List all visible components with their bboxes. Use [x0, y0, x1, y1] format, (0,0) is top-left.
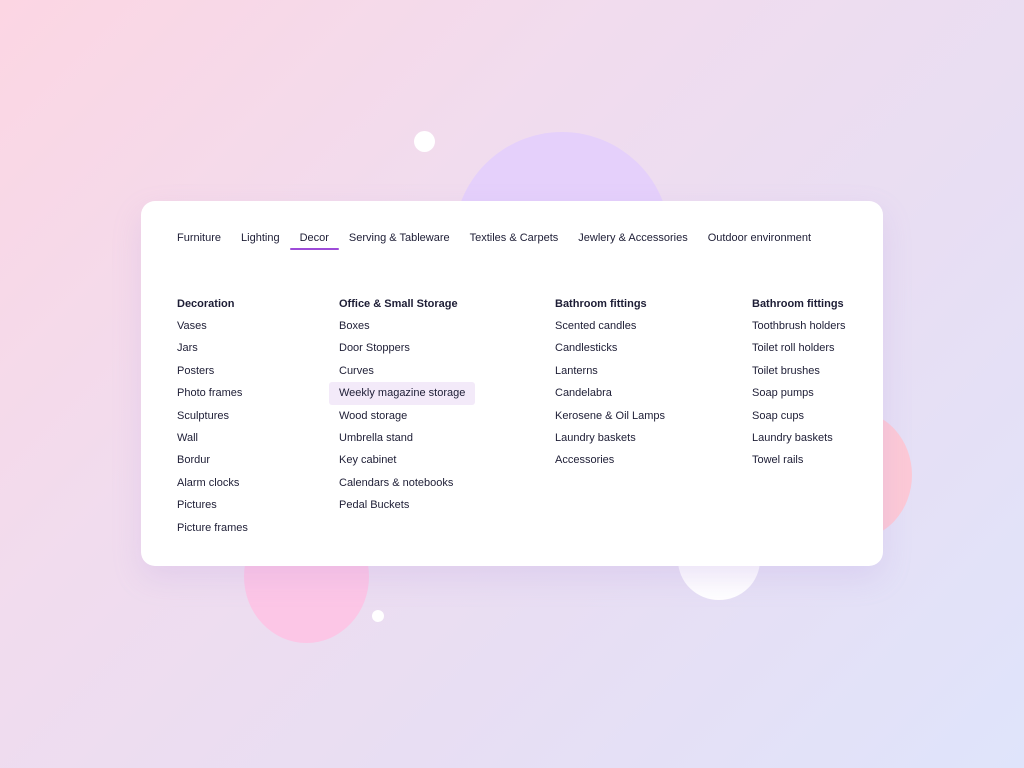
menu-link[interactable]: Posters [177, 364, 248, 386]
menu-link[interactable]: Toilet brushes [752, 364, 846, 386]
menu-link[interactable]: Pedal Buckets [339, 498, 465, 520]
tab-furniture[interactable]: Furniture [167, 231, 231, 251]
menu-link[interactable]: Jars [177, 341, 248, 363]
menu-link[interactable]: Umbrella stand [339, 431, 465, 453]
tab-textiles-carpets[interactable]: Textiles & Carpets [460, 231, 569, 251]
menu-link[interactable]: Pictures [177, 498, 248, 520]
menu-link[interactable]: Photo frames [177, 386, 248, 408]
column-list: Vases Jars Posters Photo frames Sculptur… [177, 319, 248, 543]
menu-link[interactable]: Picture frames [177, 521, 248, 543]
menu-link[interactable]: Lanterns [555, 364, 665, 386]
tab-serving-tableware[interactable]: Serving & Tableware [339, 231, 460, 251]
menu-link[interactable]: Bordur [177, 453, 248, 475]
menu-link[interactable]: Door Stoppers [339, 341, 465, 363]
menu-link[interactable]: Sculptures [177, 409, 248, 431]
tab-decor[interactable]: Decor [289, 231, 340, 251]
tab-outdoor-environment[interactable]: Outdoor environment [698, 231, 821, 251]
menu-link[interactable]: Soap pumps [752, 386, 846, 408]
tab-lighting[interactable]: Lighting [231, 231, 290, 251]
menu-link[interactable]: Toilet roll holders [752, 341, 846, 363]
menu-link[interactable]: Key cabinet [339, 453, 465, 475]
menu-link[interactable]: Laundry baskets [555, 431, 665, 453]
column-bathroom-fittings-2: Bathroom fittings Toothbrush holders Toi… [752, 297, 846, 476]
menu-link[interactable]: Accessories [555, 453, 665, 475]
menu-link[interactable]: Candelabra [555, 386, 665, 408]
menu-link[interactable]: Vases [177, 319, 248, 341]
menu-link[interactable]: Toothbrush holders [752, 319, 846, 341]
column-title: Bathroom fittings [752, 298, 844, 310]
column-list: Toothbrush holders Toilet roll holders T… [752, 319, 846, 476]
column-title: Bathroom fittings [555, 298, 647, 310]
column-bathroom-fittings-1: Bathroom fittings Scented candles Candle… [555, 297, 665, 476]
menu-link[interactable]: Candlesticks [555, 341, 665, 363]
menu-link[interactable]: Boxes [339, 319, 465, 341]
menu-link[interactable]: Wood storage [339, 409, 465, 431]
menu-link[interactable]: Scented candles [555, 319, 665, 341]
column-decoration: Decoration Vases Jars Posters Photo fram… [177, 297, 248, 543]
column-list: Scented candles Candlesticks Lanterns Ca… [555, 319, 665, 476]
menu-link[interactable]: Wall [177, 431, 248, 453]
decor-bubble-white-small [372, 610, 384, 622]
column-title: Decoration [177, 298, 235, 310]
mega-menu-card: Furniture Lighting Decor Serving & Table… [141, 201, 883, 566]
menu-link-hovered[interactable]: Weekly magazine storage [328, 382, 476, 408]
menu-link[interactable]: Alarm clocks [177, 476, 248, 498]
category-nav: Furniture Lighting Decor Serving & Table… [167, 231, 821, 251]
menu-link[interactable]: Towel rails [752, 453, 846, 475]
menu-link[interactable]: Laundry baskets [752, 431, 846, 453]
column-office-storage: Office & Small Storage Boxes Door Stoppe… [328, 297, 476, 521]
menu-link[interactable]: Kerosene & Oil Lamps [555, 409, 665, 431]
menu-link[interactable]: Calendars & notebooks [339, 476, 465, 498]
tab-jewlery-accessories[interactable]: Jewlery & Accessories [568, 231, 697, 251]
column-title: Office & Small Storage [339, 298, 458, 310]
menu-link[interactable]: Soap cups [752, 409, 846, 431]
decor-bubble-white-top [414, 131, 435, 152]
column-list: Boxes Door Stoppers Curves Weekly magazi… [328, 319, 476, 521]
